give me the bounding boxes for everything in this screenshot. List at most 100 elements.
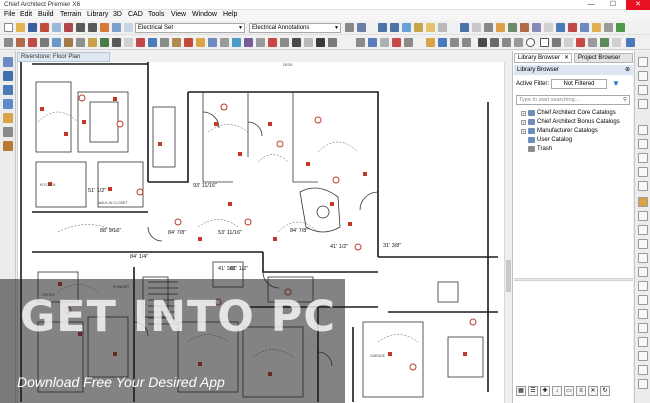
- curve-icon[interactable]: [514, 38, 523, 47]
- zoom-icon[interactable]: [112, 23, 121, 32]
- library-object-icon[interactable]: [638, 197, 648, 207]
- annotation-set-dropdown[interactable]: Electrical Annotations ▼: [249, 23, 341, 33]
- help-circle-icon[interactable]: [638, 85, 648, 95]
- open-object-icon[interactable]: [638, 153, 648, 163]
- tree-item-user-catalog[interactable]: User Catalog: [521, 136, 633, 145]
- menu-3d[interactable]: 3D: [113, 11, 122, 18]
- filter-icon[interactable]: ▼: [612, 79, 620, 89]
- expand-icon[interactable]: +: [521, 129, 526, 134]
- print-icon[interactable]: [40, 23, 49, 32]
- grid-icon[interactable]: [472, 23, 481, 32]
- menu-edit[interactable]: Edit: [20, 11, 32, 18]
- sequence-icon[interactable]: [638, 337, 648, 347]
- menu-help[interactable]: Help: [223, 11, 237, 18]
- help-icon[interactable]: [616, 23, 625, 32]
- group-icon[interactable]: [638, 267, 648, 277]
- electrical-icon[interactable]: [136, 38, 145, 47]
- search-icon[interactable]: ⚲: [623, 96, 627, 104]
- circle-icon[interactable]: [526, 38, 535, 47]
- elevation-view-icon[interactable]: [3, 71, 13, 81]
- new-folder-icon[interactable]: ▭: [564, 386, 574, 396]
- import-icon[interactable]: ↓: [552, 386, 562, 396]
- fixture-icon[interactable]: [160, 38, 169, 47]
- roof-icon[interactable]: [520, 23, 529, 32]
- tree-item-trash[interactable]: Trash: [521, 145, 633, 154]
- edit-tool-icon[interactable]: [357, 23, 366, 32]
- maximize-button[interactable]: ☐: [603, 0, 623, 10]
- perspective-icon[interactable]: [3, 85, 13, 95]
- menu-tools[interactable]: Tools: [148, 11, 164, 18]
- pencil-icon[interactable]: [292, 38, 301, 47]
- snap-object-icon[interactable]: [638, 351, 648, 361]
- document-tab[interactable]: Riverstone: Floor Plan: [17, 52, 110, 62]
- line-icon[interactable]: [478, 38, 487, 47]
- tree-item-core-catalogs[interactable]: + Chief Architect Core Catalogs: [521, 109, 633, 118]
- scroll-thumb[interactable]: [506, 260, 511, 292]
- select-objects-icon[interactable]: [345, 23, 354, 32]
- floor-icon[interactable]: [438, 38, 447, 47]
- copy-paste-icon[interactable]: [368, 38, 377, 47]
- snap-icon[interactable]: [484, 23, 493, 32]
- transform-icon[interactable]: [356, 38, 365, 47]
- menu-build[interactable]: Build: [38, 11, 54, 18]
- delete-object-icon[interactable]: [638, 181, 648, 191]
- menu-window[interactable]: Window: [192, 11, 217, 18]
- close-icon[interactable]: ✕: [564, 54, 569, 63]
- rectangle-icon[interactable]: [540, 38, 549, 47]
- reflect-icon[interactable]: [380, 38, 389, 47]
- framing-icon[interactable]: [100, 38, 109, 47]
- fill-window-icon[interactable]: [402, 23, 411, 32]
- cad-tool-icon[interactable]: [256, 38, 265, 47]
- undo-icon[interactable]: [76, 23, 85, 32]
- tree-item-manufacturer-catalogs[interactable]: + Manufacturer Catalogs: [521, 127, 633, 136]
- menu-terrain[interactable]: Terrain: [60, 11, 81, 18]
- edit-object-icon[interactable]: [638, 139, 648, 149]
- home-view-icon[interactable]: [426, 38, 435, 47]
- terrain-icon[interactable]: [508, 23, 517, 32]
- wall-tool-icon[interactable]: [16, 38, 25, 47]
- text-tool-icon[interactable]: [544, 23, 553, 32]
- add-to-plan-icon[interactable]: ✚: [540, 386, 550, 396]
- layer-set-dropdown[interactable]: Electrical Set ▼: [135, 23, 245, 33]
- down-floor-icon[interactable]: [462, 38, 471, 47]
- arrow-icon[interactable]: [552, 38, 561, 47]
- properties-icon[interactable]: ≡: [576, 386, 586, 396]
- layout-page-icon[interactable]: [3, 127, 13, 137]
- lock-icon[interactable]: [638, 309, 648, 319]
- materials-object-icon[interactable]: [638, 365, 648, 375]
- tab-library-browser[interactable]: Library Browser ✕: [514, 53, 572, 63]
- tab-project-browser[interactable]: Project Browser: [574, 53, 633, 63]
- up-floor-icon[interactable]: [450, 38, 459, 47]
- photo-icon[interactable]: [600, 38, 609, 47]
- menu-library[interactable]: Library: [87, 11, 108, 18]
- redo-icon[interactable]: [88, 23, 97, 32]
- elevation-icon[interactable]: [438, 23, 447, 32]
- transform-object-icon[interactable]: [638, 323, 648, 333]
- select-object-icon[interactable]: [638, 125, 648, 135]
- expand-icon[interactable]: +: [521, 111, 526, 116]
- callout-icon[interactable]: [564, 38, 573, 47]
- wand-icon[interactable]: [280, 38, 289, 47]
- view-icon[interactable]: [460, 23, 469, 32]
- materials-icon[interactable]: [3, 141, 13, 151]
- panel-splitter[interactable]: [514, 278, 633, 281]
- panel-close-icon[interactable]: [638, 71, 648, 81]
- open-folder-icon[interactable]: [16, 23, 25, 32]
- stairs-icon[interactable]: [532, 23, 541, 32]
- rotate-object-icon[interactable]: [638, 211, 648, 221]
- settings-icon[interactable]: [604, 23, 613, 32]
- reflect-object-icon[interactable]: [638, 239, 648, 249]
- tree-item-bonus-catalogs[interactable]: + Chief Architect Bonus Catalogs: [521, 118, 633, 127]
- pin-icon[interactable]: ⊕: [625, 65, 630, 75]
- library-search-input[interactable]: Type to start searching... ⚲: [516, 95, 630, 105]
- camera-icon[interactable]: [414, 23, 423, 32]
- camera-tool-icon[interactable]: [208, 38, 217, 47]
- save-icon[interactable]: [28, 23, 37, 32]
- plan-footprint-icon[interactable]: [592, 23, 601, 32]
- revision-icon[interactable]: [576, 38, 585, 47]
- display-icon[interactable]: [638, 295, 648, 305]
- symbol-icon[interactable]: [184, 38, 193, 47]
- resize-icon[interactable]: [404, 38, 413, 47]
- canvas-scrollbar[interactable]: [504, 62, 512, 403]
- active-filter-select[interactable]: Not Filtered: [551, 79, 607, 89]
